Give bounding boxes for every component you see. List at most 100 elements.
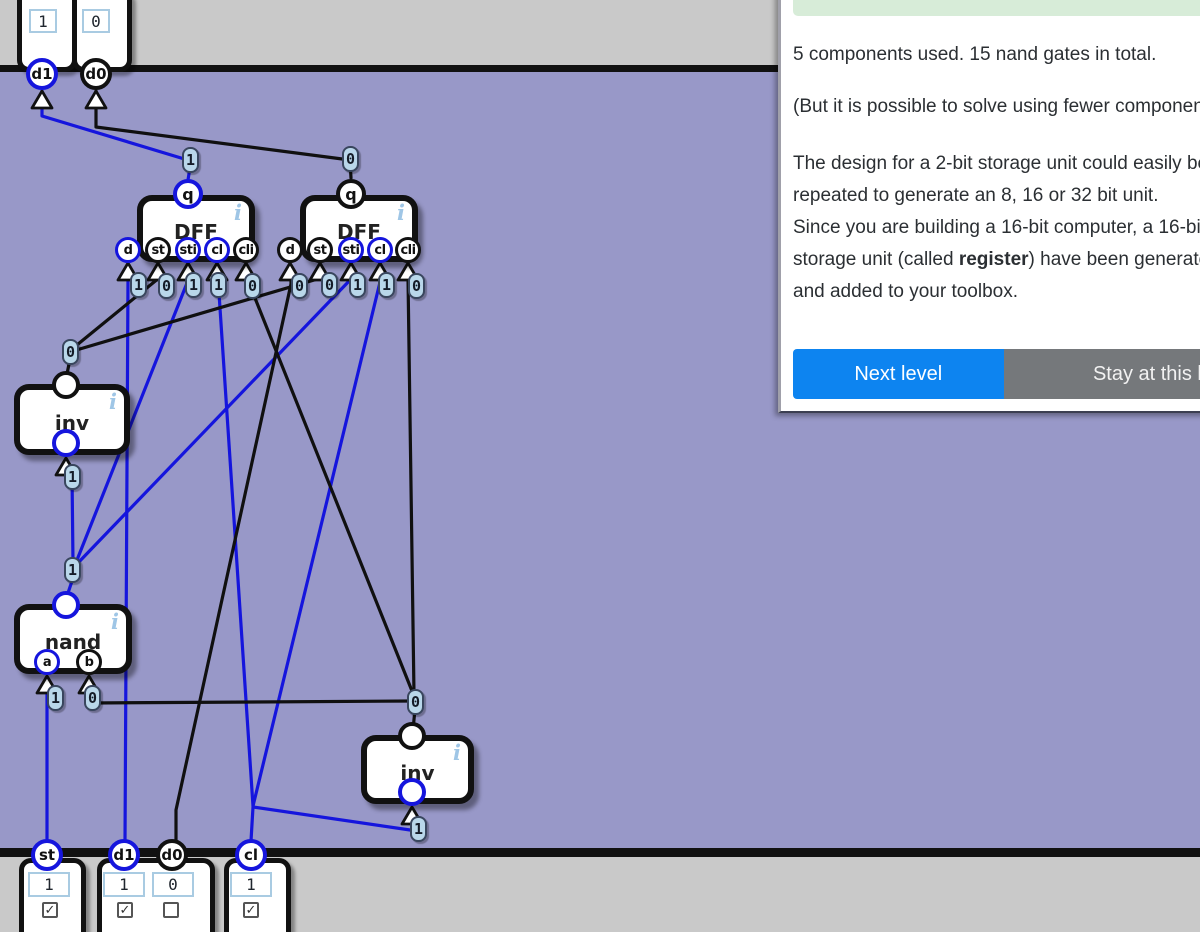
description-line: and added to your toolbox.: [793, 281, 1019, 302]
signal-value-bubble: 0: [407, 689, 424, 715]
pin-label: d1: [113, 846, 135, 864]
hint-text: (But it is possible to solve using fewer…: [793, 96, 1200, 117]
circuit-canvas: DFF i DFF i inv i nand i inv i 1 0 1 1 0…: [0, 0, 1200, 932]
signal-value-bubble: 1: [378, 272, 395, 298]
input-toggle-checkbox[interactable]: ✓: [42, 902, 58, 918]
pin-label: sti: [342, 242, 360, 258]
signal-value-bubble: 1: [130, 272, 147, 298]
signal-value-bubble: 0: [321, 272, 338, 298]
pin-input-cl[interactable]: cl: [235, 839, 267, 871]
description-segment: storage unit (called: [793, 249, 959, 270]
pin-dff1-d[interactable]: d: [115, 237, 141, 263]
signal-value-bubble: 1: [210, 272, 227, 298]
pin-label: d0: [161, 846, 183, 864]
result-panel: 5 components used. 15 nand gates in tota…: [778, 0, 1200, 413]
pin-label: st: [313, 242, 327, 258]
signal-value-bubble: 0: [291, 273, 308, 299]
signal-value-bubble: 1: [182, 147, 199, 173]
pin-label: cli: [400, 242, 416, 258]
signal-value-bubble: 1: [185, 272, 202, 298]
pin-dff1-sti[interactable]: sti: [175, 237, 201, 263]
pin-label: st: [151, 242, 165, 258]
pin-label: a: [42, 654, 52, 670]
pin-output-d0[interactable]: d0: [80, 58, 112, 90]
pin-dff1-cli[interactable]: cli: [233, 237, 259, 263]
pin-nand-out[interactable]: [52, 591, 80, 619]
pin-dff1-st[interactable]: st: [145, 237, 171, 263]
success-banner: [793, 0, 1200, 16]
pin-dff2-cli[interactable]: cli: [395, 237, 421, 263]
signal-value-bubble: 1: [64, 464, 81, 490]
pin-label: sti: [179, 242, 197, 258]
stay-at-level-button[interactable]: Stay at this level: [1003, 349, 1200, 399]
input-value-field: 1: [103, 872, 145, 897]
pin-label: d: [123, 242, 133, 258]
signal-value-bubble: 1: [47, 685, 64, 711]
pin-input-st[interactable]: st: [31, 839, 63, 871]
pin-label: cl: [211, 242, 223, 258]
input-toggle-checkbox[interactable]: [163, 902, 179, 918]
next-level-button[interactable]: Next level: [793, 349, 1004, 399]
pin-nand-a[interactable]: a: [34, 649, 60, 675]
signal-value-bubble: 1: [410, 816, 427, 842]
wire[interactable]: [245, 276, 416, 698]
pin-dff1-cl[interactable]: cl: [204, 237, 230, 263]
pin-inv1-in[interactable]: [52, 429, 80, 457]
pin-dff2-st[interactable]: st: [307, 237, 333, 263]
pin-inv2-out[interactable]: [398, 722, 426, 750]
pin-dff1-q[interactable]: q: [173, 179, 203, 209]
wire[interactable]: [249, 805, 419, 843]
input-toggle-checkbox[interactable]: ✓: [243, 902, 259, 918]
pin-label: q: [182, 184, 194, 204]
info-icon[interactable]: i: [109, 389, 117, 414]
input-value-field: 1: [28, 872, 70, 897]
stats-text: 5 components used. 15 nand gates in tota…: [793, 44, 1157, 65]
wire[interactable]: [406, 276, 416, 696]
description-segment: ) have been generated: [1028, 249, 1200, 270]
pin-inv2-in[interactable]: [398, 778, 426, 806]
output-value-field: 1: [29, 9, 57, 33]
pin-label: d0: [85, 65, 107, 83]
input-toggle-checkbox[interactable]: ✓: [117, 902, 133, 918]
description-line: The design for a 2-bit storage unit coul…: [793, 153, 1200, 174]
info-icon[interactable]: i: [234, 200, 242, 225]
signal-value-bubble: 0: [408, 273, 425, 299]
wire[interactable]: [87, 691, 415, 705]
pin-inv1-out[interactable]: [52, 371, 80, 399]
pin-dff2-q[interactable]: q: [336, 179, 366, 209]
description-line: storage unit (called register) have been…: [793, 244, 1200, 276]
output-value-field: 0: [82, 9, 110, 33]
pin-label: cl: [374, 242, 386, 258]
pin-input-d0[interactable]: d0: [156, 839, 188, 871]
flow-arrow-icon: [84, 89, 108, 110]
pin-nand-b[interactable]: b: [76, 649, 102, 675]
info-icon[interactable]: i: [453, 740, 461, 765]
info-icon[interactable]: i: [111, 609, 119, 634]
flow-arrow-icon: [30, 89, 54, 110]
pin-label: d: [285, 242, 295, 258]
description-line: Since you are building a 16-bit computer…: [793, 217, 1200, 238]
signal-value-bubble: 0: [158, 273, 175, 299]
signal-value-bubble: 0: [62, 339, 79, 365]
pin-label: cl: [243, 846, 259, 864]
pin-label: d1: [31, 65, 53, 83]
pin-dff2-sti[interactable]: sti: [338, 237, 364, 263]
info-icon[interactable]: i: [397, 200, 405, 225]
panel-buttons: Next level Stay at this level: [793, 349, 1200, 399]
signal-value-bubble: 1: [64, 557, 81, 583]
pin-input-d1[interactable]: d1: [108, 839, 140, 871]
signal-value-bubble: 0: [84, 685, 101, 711]
signal-value-bubble: 0: [244, 273, 261, 299]
level-description: The design for a 2-bit storage unit coul…: [793, 148, 1200, 308]
wire[interactable]: [251, 276, 383, 808]
pin-label: q: [345, 184, 357, 204]
pin-output-d1[interactable]: d1: [26, 58, 58, 90]
pin-dff2-d[interactable]: d: [277, 237, 303, 263]
pin-dff2-cl[interactable]: cl: [367, 237, 393, 263]
wire[interactable]: [94, 89, 353, 180]
wire[interactable]: [123, 276, 130, 843]
wire[interactable]: [174, 276, 293, 843]
input-value-field: 1: [230, 872, 272, 897]
pin-label: b: [84, 654, 94, 670]
signal-value-bubble: 1: [349, 272, 366, 298]
